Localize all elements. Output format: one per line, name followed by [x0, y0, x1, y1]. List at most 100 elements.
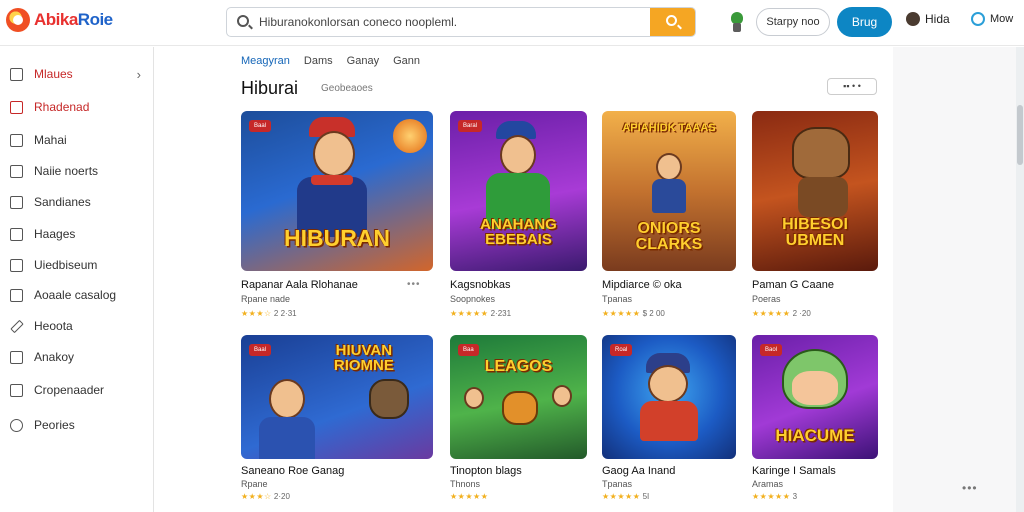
game-banner: HIACUME [775, 426, 855, 445]
sidebar: Mlaues › Rhadenad Mahai Naiie noerts San… [0, 47, 154, 512]
stars-icon: ★★★★★ [450, 309, 489, 318]
sidebar-item-8[interactable]: Aoaale casalog [0, 282, 153, 308]
sidebar-item-5[interactable]: Sandianes [0, 189, 153, 215]
stars-icon: ★★★★★ [450, 492, 489, 501]
badge: Baral [458, 120, 483, 132]
sidebar-item-7[interactable]: Uiedbiseum [0, 252, 153, 278]
game-rating: ★★★★★ 3 [752, 492, 798, 501]
game-thumbnail[interactable]: Baa LEAGOS [450, 335, 587, 459]
game-title[interactable]: Rapanar Aala Rlohanae [241, 279, 358, 291]
section-title: Hiburai [241, 78, 299, 98]
game-banner: LEAGOS [484, 358, 553, 375]
bookmark-icon [10, 195, 23, 209]
main-content: Meagyran Dams Ganay Gann Hiburai Geobeao… [222, 47, 893, 512]
circle-icon [10, 418, 23, 432]
game-category: Tpanas [602, 479, 633, 489]
tab-4[interactable]: Gann [393, 55, 420, 67]
user-name: Hida [925, 12, 950, 26]
game-thumbnail[interactable]: Baal HIUVAN RIOMNE [241, 335, 433, 459]
game-title[interactable]: Saneano Roe Ganag [241, 465, 344, 477]
game-banner: HIBESOI UBMEN [782, 216, 848, 249]
sidebar-item-3[interactable]: Mahai [0, 127, 153, 153]
language-label: Mow [990, 13, 1014, 25]
stars-icon: ★★★★★ [602, 492, 641, 501]
game-rating: ★★★☆ 2 2·31 [241, 309, 297, 318]
stars-icon: ★★★★★ [602, 309, 641, 318]
badge: Roal [610, 344, 633, 356]
top-bar: AbikaRoie Starpy noo Brug Hida Mow [0, 0, 1024, 46]
stars-icon: ★★★★★ [752, 492, 791, 501]
game-thumbnail[interactable]: APIAHIDK TAAAS ONIORS CLARKS [602, 111, 736, 271]
game-category: Tpanas [602, 294, 633, 304]
game-category: Rpane [241, 479, 268, 489]
game-title[interactable]: Kagsnobkas [450, 279, 511, 291]
section-subtitle: Geobeaoes [321, 83, 373, 94]
pencil-icon [10, 319, 24, 333]
game-title[interactable]: Tinopton blags [450, 465, 522, 477]
game-thumbnail[interactable]: Baol HIACUME [752, 335, 878, 459]
game-rating: ★★★★★ $ 2 00 [602, 309, 665, 318]
logo[interactable]: AbikaRoie [6, 8, 113, 32]
tab-3[interactable]: Ganay [347, 55, 379, 67]
search-bar [226, 7, 696, 37]
sidebar-item-10[interactable]: Anakoy [0, 344, 153, 370]
game-banner: ONIORS CLARKS [635, 220, 703, 253]
game-banner: HIUVAN RIOMNE [333, 342, 394, 374]
game-rating: ★★★★★ 5I [602, 492, 650, 501]
game-thumbnail[interactable]: HIBESOI UBMEN [752, 111, 878, 271]
game-rating: ★★★★★ 2·231 [450, 309, 512, 318]
game-thumbnail[interactable]: Baal HIBURAN [241, 111, 433, 271]
game-thumbnail[interactable]: Roal [602, 335, 736, 459]
badge: Baal [249, 344, 272, 356]
game-rating: ★★★☆ 2·20 [241, 492, 290, 501]
sidebar-item-12[interactable]: Peories [0, 412, 153, 438]
chevron-right-icon: › [136, 66, 141, 82]
right-panel [893, 47, 1024, 512]
sidebar-item-9[interactable]: Heoota [0, 313, 153, 339]
game-banner: ANAHANG EBEBAIS [480, 216, 557, 248]
sidebar-item-4[interactable]: Naiie noerts [0, 158, 153, 184]
scrollbar-thumb[interactable] [1017, 105, 1023, 165]
view-toggle[interactable]: ▪▪ • • [827, 78, 877, 95]
search-input[interactable] [259, 8, 649, 36]
primary-button[interactable]: Brug [837, 7, 892, 37]
grid-icon [10, 133, 23, 147]
sidebar-item-11[interactable]: Cropenaader [0, 377, 153, 403]
game-rating: ★★★★★ [450, 492, 488, 501]
stars-icon: ★★★★★ [752, 309, 791, 318]
game-rating: ★★★★★ 2 ·20 [752, 309, 811, 318]
more-options-icon[interactable]: ••• [962, 481, 978, 495]
game-category: Poeras [752, 294, 781, 304]
game-thumbnail[interactable]: Baral ANAHANG EBEBAIS [450, 111, 587, 271]
sidebar-item-2[interactable]: Rhadenad [0, 94, 153, 120]
trend-icon [10, 383, 23, 397]
game-banner: HIBURAN [283, 225, 391, 251]
game-category: Aramas [752, 479, 784, 489]
brand-name: AbikaRoie [34, 10, 113, 29]
scrollbar[interactable] [1016, 47, 1024, 512]
sidebar-item-6[interactable]: Haages [0, 221, 153, 247]
game-title[interactable]: Paman G Caane [752, 279, 834, 291]
secondary-button[interactable]: Starpy noo [756, 8, 830, 36]
game-category: Thnons [450, 479, 481, 489]
game-title[interactable]: Karinge I Samals [752, 465, 836, 477]
tab-bar: Meagyran Dams Ganay Gann [241, 55, 420, 67]
tab-2[interactable]: Dams [304, 55, 333, 67]
user-menu[interactable]: Hida [906, 12, 950, 26]
language-selector[interactable]: Mow [971, 12, 1013, 26]
badge: Baal [249, 120, 272, 132]
badge: Baa [458, 344, 479, 356]
stars-icon: ★★★☆ [241, 492, 272, 501]
game-category: Soopnokes [450, 294, 496, 304]
globe-icon [971, 12, 985, 26]
sidebar-item-1[interactable]: Mlaues › [0, 61, 153, 87]
badge: Baol [760, 344, 783, 356]
mascot-icon[interactable] [728, 10, 746, 32]
tab-1[interactable]: Meagyran [241, 55, 290, 67]
game-title[interactable]: Mipdiarce © oka [602, 279, 682, 291]
chart-icon [10, 258, 23, 272]
more-options-icon[interactable]: ••• [407, 279, 421, 290]
search-icon [237, 15, 249, 27]
game-title[interactable]: Gaog Aa Inand [602, 465, 675, 477]
search-button[interactable] [650, 8, 695, 36]
